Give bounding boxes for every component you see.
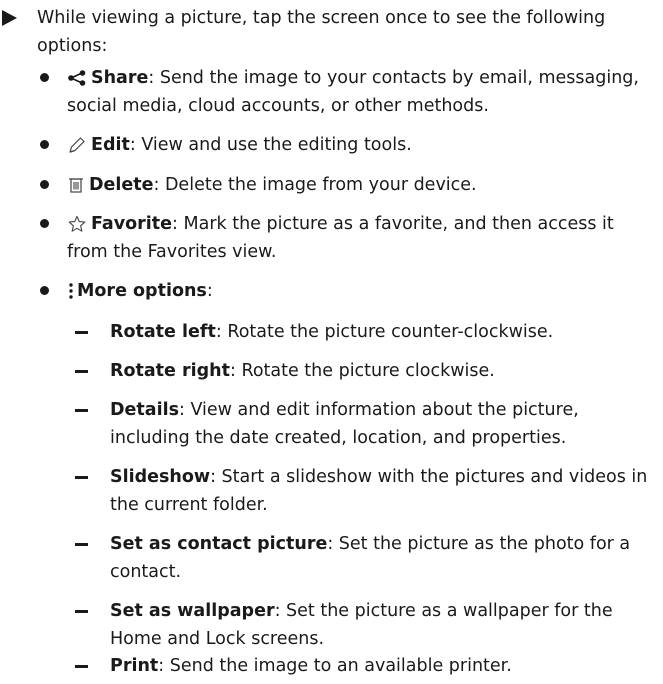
sub-option-text: Details: View and edit information about… [110, 396, 658, 452]
dash-bullet [75, 476, 88, 479]
dash-bullet [75, 331, 88, 334]
sub-option-term: Slideshow [110, 467, 211, 487]
dash-bullet [75, 665, 88, 668]
sub-option-text: Set as contact picture: Set the picture … [110, 530, 658, 586]
option-desc: : [206, 281, 213, 301]
bullet-dot [40, 286, 49, 295]
option-desc: : Send the image to your contacts by ema… [67, 68, 639, 116]
option-term: Delete [89, 175, 154, 195]
sub-option-text: Set as wallpaper: Set the picture as a w… [110, 597, 658, 653]
share-icon [67, 70, 87, 86]
sub-option-text: Rotate left: Rotate the picture counter-… [110, 318, 658, 346]
arrow-bullet-icon [2, 10, 17, 26]
sub-option-term: Details [110, 400, 179, 420]
dash-bullet [75, 409, 88, 412]
option-desc: : Delete the image from your device. [153, 175, 477, 195]
dash-bullet [75, 370, 88, 373]
sub-option-term: Rotate right [110, 361, 230, 381]
sub-option-text: Rotate right: Rotate the picture clockwi… [110, 357, 658, 385]
option-text: Share: Send the image to your contacts b… [67, 64, 659, 120]
option-term: Favorite [91, 214, 173, 234]
bullet-dot [40, 219, 49, 228]
sub-option-term: Set as wallpaper [110, 601, 275, 621]
edit-icon [67, 136, 87, 154]
star-icon [67, 215, 87, 233]
bullet-dot [40, 73, 49, 82]
option-desc: : View and use the editing tools. [129, 135, 412, 155]
help-document: While viewing a picture, tap the screen … [0, 0, 663, 684]
option-term: Edit [91, 135, 130, 155]
option-text: Favorite: Mark the picture as a favorite… [67, 210, 659, 266]
option-text: Edit: View and use the editing tools. [67, 131, 659, 159]
sub-option-text: Print: Send the image to an available pr… [110, 652, 658, 680]
sub-option-term: Print [110, 656, 159, 676]
trash-icon [67, 176, 85, 194]
sub-option-text: Slideshow: Start a slideshow with the pi… [110, 463, 658, 519]
sub-option-desc: : Rotate the picture counter-clockwise. [215, 322, 554, 342]
option-term: Share [91, 68, 149, 88]
sub-option-term: Rotate left [110, 322, 216, 342]
dash-bullet [75, 610, 88, 613]
sub-option-term: Set as contact picture [110, 534, 328, 554]
option-term: More options [77, 281, 207, 301]
bullet-dot [40, 140, 49, 149]
sub-option-desc: : Rotate the picture clockwise. [229, 361, 495, 381]
sub-option-desc: : Send the image to an available printer… [158, 656, 512, 676]
bullet-dot [40, 180, 49, 189]
dash-bullet [75, 543, 88, 546]
intro-text: While viewing a picture, tap the screen … [37, 8, 606, 56]
option-text: More options: [67, 277, 659, 305]
more-options-icon [67, 282, 75, 300]
option-text: Delete: Delete the image from your devic… [67, 171, 659, 199]
sub-option-desc: : View and edit information about the pi… [110, 400, 579, 448]
